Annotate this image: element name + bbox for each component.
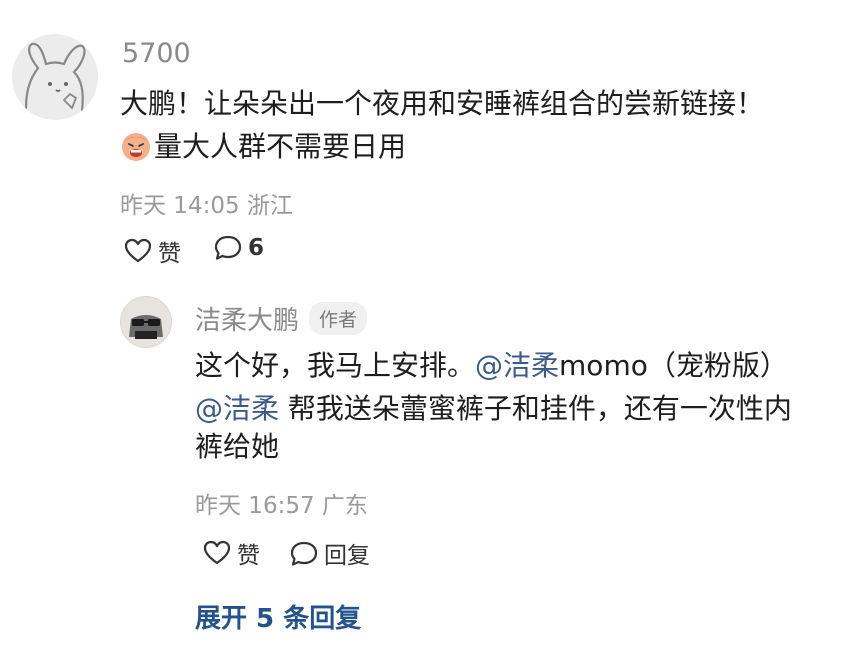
like-button[interactable]: 赞 xyxy=(124,234,181,268)
reply-time: 昨天 16:57 xyxy=(195,493,315,519)
avatar[interactable] xyxy=(12,34,98,120)
comment-bubble-icon xyxy=(290,541,318,566)
reply-username[interactable]: 洁柔大鹏 xyxy=(195,300,299,337)
reply-text-line2: @洁柔 帮我送朵蕾蜜裤子和挂件，还有一次性内 xyxy=(195,390,792,428)
reply-location: 广东 xyxy=(321,493,368,519)
reply-header: 洁柔大鹏 作者 xyxy=(195,300,368,337)
heart-outline-icon xyxy=(203,540,231,565)
comment-bubble-icon xyxy=(214,235,242,260)
reply-avatar[interactable] xyxy=(120,296,172,348)
reply-text-line1: 这个好，我马上安排。@洁柔momo（宠粉版） xyxy=(195,347,788,385)
comment-text-line2-text: 量大人群不需要日用 xyxy=(154,130,407,163)
expand-replies-link[interactable]: 展开 5 条回复 xyxy=(195,598,361,635)
comment-meta: 昨天 14:05 浙江 xyxy=(120,186,293,220)
comment-text-line2: 量大人群不需要日用 xyxy=(120,128,406,172)
reply-text-part: momo（宠粉版） xyxy=(559,349,788,382)
sunglasses-avatar-illustration xyxy=(121,297,171,347)
comment-location: 浙江 xyxy=(246,193,293,219)
like-label: 赞 xyxy=(158,241,181,267)
mention-link[interactable]: @洁柔 xyxy=(475,349,559,382)
reply-button[interactable]: 回复 xyxy=(290,536,370,570)
reply-meta: 昨天 16:57 广东 xyxy=(195,486,368,520)
reply-like-button[interactable]: 赞 xyxy=(203,536,260,570)
comment-replies-button[interactable]: 6 xyxy=(214,234,264,261)
comment-time: 昨天 14:05 xyxy=(120,193,240,219)
rabbit-avatar-illustration xyxy=(24,42,86,112)
reply-text-line3: 裤给她 xyxy=(195,430,280,463)
comment-username[interactable]: 5700 xyxy=(122,38,191,69)
reply-like-label: 赞 xyxy=(237,543,260,569)
comment-text-line1: 大鹏！让朵朵出一个夜用和安睡裤组合的尝新链接！ xyxy=(120,87,765,120)
mention-link[interactable]: @洁柔 xyxy=(195,392,279,425)
author-badge: 作者 xyxy=(309,302,368,335)
tired-face-emoji-icon xyxy=(120,130,152,172)
reply-count: 6 xyxy=(248,234,265,261)
reply-text-part: 帮我送朵蕾蜜裤子和挂件，还有一次性内 xyxy=(279,392,792,425)
reply-text-part: 这个好，我马上安排。 xyxy=(195,349,476,382)
reply-label: 回复 xyxy=(324,543,370,569)
heart-outline-icon xyxy=(124,238,152,263)
